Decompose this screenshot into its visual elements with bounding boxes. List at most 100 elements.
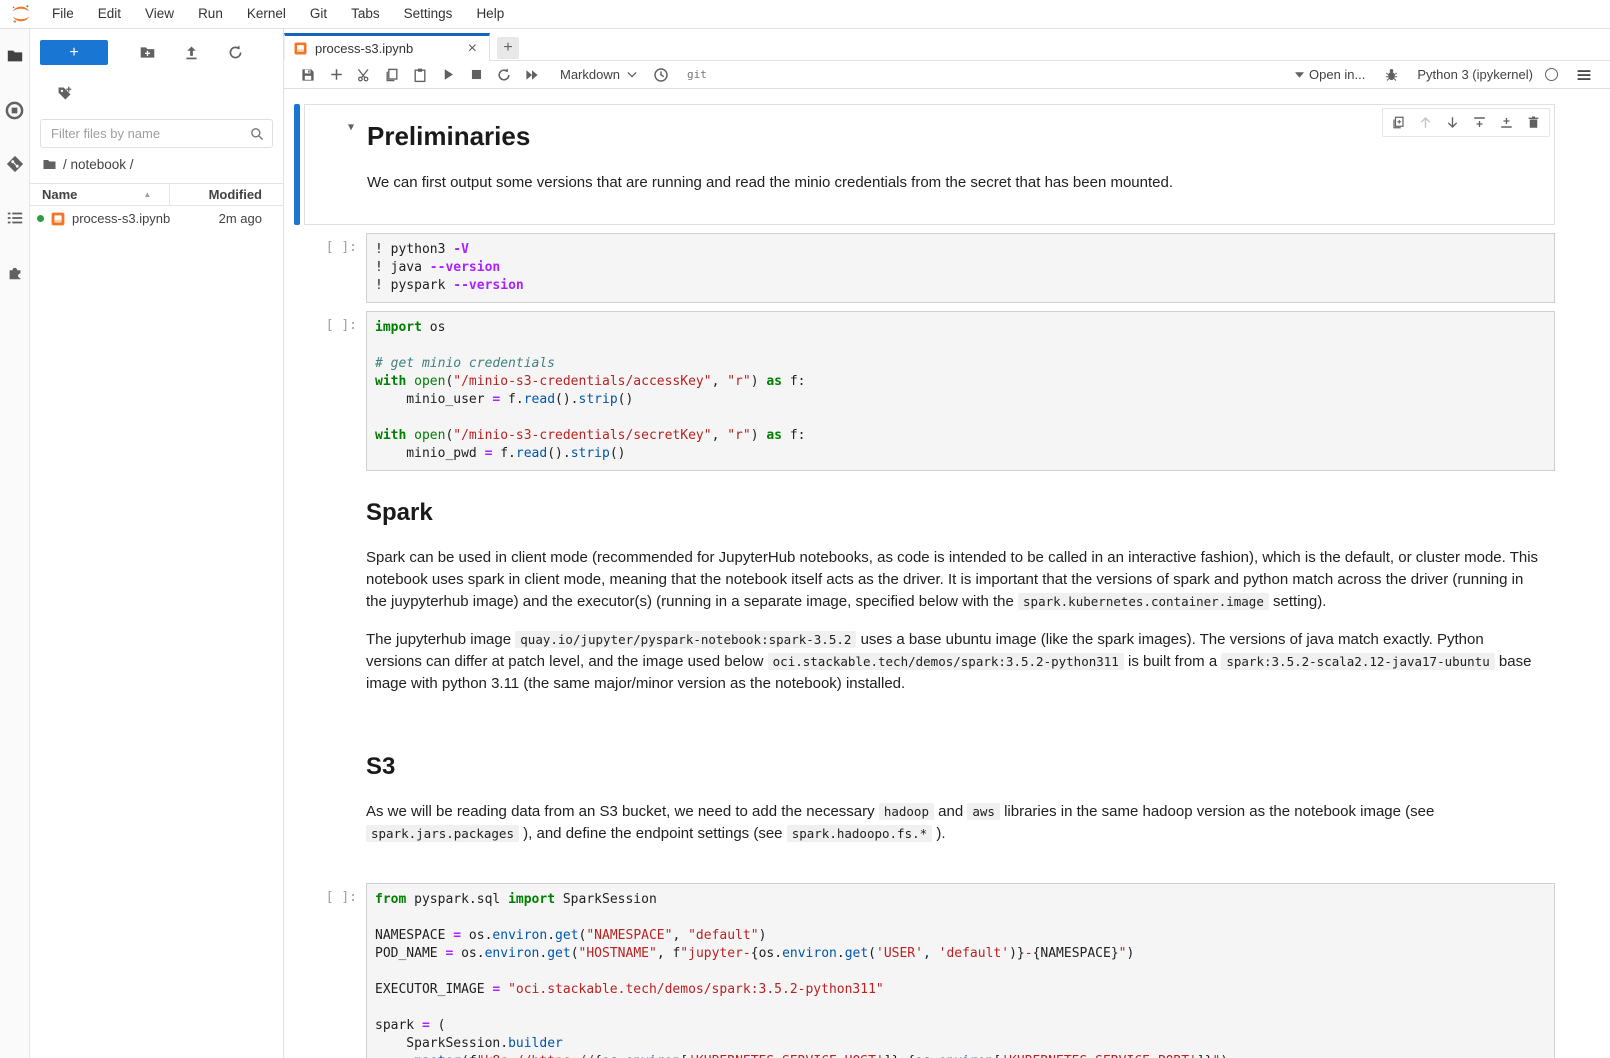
heading-preliminaries: Preliminaries bbox=[367, 121, 1538, 152]
code-cell-minio-credentials[interactable]: [ ]: import os # get minio credentialswi… bbox=[294, 311, 1555, 471]
insert-cell-above-icon[interactable] bbox=[1466, 110, 1493, 135]
git-clone-icon[interactable] bbox=[56, 85, 283, 102]
markdown-paragraph: The jupyterhub image quay.io/jupyter/pys… bbox=[366, 629, 1539, 695]
inline-code: spark.hadoopo.fs.* bbox=[787, 825, 932, 842]
kernel-status-icon[interactable] bbox=[1545, 68, 1558, 81]
code-editor[interactable]: from pyspark.sql import SparkSession NAM… bbox=[366, 883, 1555, 1058]
file-name[interactable]: process-s3.ipynb bbox=[72, 211, 170, 226]
cell-collapser[interactable] bbox=[294, 883, 300, 1058]
cell-collapser[interactable] bbox=[294, 233, 300, 303]
duplicate-cell-icon[interactable] bbox=[1385, 110, 1412, 135]
kernel-name-button[interactable]: Python 3 (ipykernel) bbox=[1417, 67, 1533, 82]
move-cell-down-icon[interactable] bbox=[1439, 110, 1466, 135]
cell-type-dropdown[interactable]: Markdown bbox=[560, 67, 637, 82]
code-line: SparkSession.builder bbox=[375, 1035, 1546, 1053]
open-in-dropdown[interactable]: Open in... bbox=[1295, 67, 1365, 82]
move-cell-up-icon[interactable] bbox=[1412, 110, 1439, 135]
checkpoint-history-icon[interactable] bbox=[647, 63, 675, 87]
new-tab-button[interactable]: + bbox=[497, 37, 519, 59]
column-modified[interactable]: Modified bbox=[209, 187, 283, 202]
code-line bbox=[375, 999, 1546, 1017]
menu-run[interactable]: Run bbox=[186, 0, 235, 28]
git-tab-icon[interactable] bbox=[5, 154, 25, 174]
breadcrumb[interactable]: / notebook / bbox=[42, 157, 273, 172]
folder-icon bbox=[42, 157, 57, 172]
inline-code: hadoop bbox=[879, 803, 934, 820]
search-icon bbox=[249, 126, 265, 142]
code-line: ! pyspark --version bbox=[375, 277, 1546, 295]
inline-code: quay.io/jupyter/pyspark-notebook:spark-3… bbox=[515, 631, 856, 648]
git-toolbar-label: git bbox=[687, 68, 707, 81]
markdown-prompt bbox=[304, 733, 366, 875]
cell-prompt: [ ]: bbox=[304, 311, 366, 471]
menu-file[interactable]: File bbox=[40, 0, 86, 28]
upload-icon[interactable] bbox=[176, 40, 206, 65]
open-in-label: Open in... bbox=[1309, 67, 1365, 82]
menu-help[interactable]: Help bbox=[464, 0, 516, 28]
cut-cells-button[interactable] bbox=[350, 63, 378, 87]
filter-files-input[interactable] bbox=[40, 119, 273, 148]
insert-cell-button[interactable] bbox=[322, 63, 350, 87]
column-name[interactable]: Name bbox=[30, 187, 77, 202]
menu-edit[interactable]: Edit bbox=[86, 0, 133, 28]
cell-prompt: [ ]: bbox=[304, 233, 366, 303]
menu-view[interactable]: View bbox=[133, 0, 186, 28]
chevron-down-icon bbox=[627, 71, 637, 78]
menu-bar: File Edit View Run Kernel Git Tabs Setti… bbox=[0, 0, 1610, 29]
running-kernels-icon[interactable] bbox=[5, 100, 25, 120]
cell-collapser[interactable] bbox=[294, 311, 300, 471]
code-line: EXECUTOR_IMAGE = "oci.stackable.tech/dem… bbox=[375, 981, 1546, 999]
markdown-cell-spark[interactable]: Spark Spark can be used in client mode (… bbox=[294, 479, 1555, 725]
new-launcher-button[interactable]: + bbox=[40, 40, 108, 65]
run-cell-button[interactable] bbox=[434, 63, 462, 87]
code-editor[interactable]: ! python3 -V! java --version! pyspark --… bbox=[366, 233, 1555, 303]
file-browser-tab-icon[interactable] bbox=[5, 46, 25, 66]
insert-cell-below-icon[interactable] bbox=[1493, 110, 1520, 135]
markdown-prompt bbox=[304, 479, 366, 725]
cell-prompt: [ ]: bbox=[304, 883, 366, 1058]
file-browser-panel: + bbox=[30, 29, 283, 1058]
table-of-contents-icon[interactable] bbox=[5, 208, 25, 228]
interrupt-kernel-button[interactable] bbox=[462, 63, 490, 87]
code-cell-spark-session[interactable]: [ ]: from pyspark.sql import SparkSessio… bbox=[294, 883, 1555, 1058]
markdown-cell-s3[interactable]: S3 As we will be reading data from an S3… bbox=[294, 733, 1555, 875]
code-line: # get minio credentials bbox=[375, 355, 1546, 373]
close-tab-icon[interactable]: × bbox=[464, 42, 481, 56]
refresh-icon[interactable] bbox=[220, 40, 250, 65]
menu-settings[interactable]: Settings bbox=[392, 0, 465, 28]
restart-run-all-button[interactable] bbox=[518, 63, 546, 87]
breadcrumb-path[interactable]: / notebook / bbox=[63, 157, 134, 172]
code-line: NAMESPACE = os.environ.get("NAMESPACE", … bbox=[375, 927, 1546, 945]
cell-collapser[interactable] bbox=[294, 479, 300, 725]
tab-process-s3[interactable]: process-s3.ipynb × bbox=[284, 33, 490, 61]
markdown-cell-preliminaries[interactable]: ▼ Preliminaries We can first output some… bbox=[294, 104, 1555, 225]
menu-tabs[interactable]: Tabs bbox=[339, 0, 392, 28]
delete-cell-icon[interactable] bbox=[1520, 110, 1547, 135]
copy-cells-button[interactable] bbox=[378, 63, 406, 87]
file-listing-header: Name ▲ Modified bbox=[30, 183, 283, 206]
code-cell-versions[interactable]: [ ]: ! python3 -V! java --version! pyspa… bbox=[294, 233, 1555, 303]
code-line: ! python3 -V bbox=[375, 241, 1546, 259]
extensions-icon[interactable] bbox=[5, 262, 25, 282]
menu-git[interactable]: Git bbox=[298, 0, 339, 28]
tab-label: process-s3.ipynb bbox=[315, 41, 413, 56]
file-row[interactable]: process-s3.ipynb 2m ago bbox=[30, 206, 283, 231]
new-folder-icon[interactable] bbox=[132, 40, 162, 65]
debugger-bug-icon[interactable] bbox=[1377, 63, 1405, 87]
save-button[interactable] bbox=[294, 63, 322, 87]
code-editor[interactable]: import os # get minio credentialswith op… bbox=[366, 311, 1555, 471]
jupyter-logo-icon bbox=[10, 3, 32, 25]
cell-collapser[interactable] bbox=[294, 104, 300, 225]
code-line bbox=[375, 909, 1546, 927]
heading-s3: S3 bbox=[366, 753, 1539, 781]
cell-collapser[interactable] bbox=[294, 733, 300, 875]
heading-collapse-caret-icon[interactable]: ▼ bbox=[348, 122, 354, 133]
inline-code: spark.jars.packages bbox=[366, 825, 519, 842]
paste-cells-button[interactable] bbox=[406, 63, 434, 87]
toolbar-overflow-menu-icon[interactable] bbox=[1570, 63, 1598, 87]
notebook-content: ▼ Preliminaries We can first output some… bbox=[284, 90, 1610, 1058]
menu-kernel[interactable]: Kernel bbox=[235, 0, 298, 28]
markdown-paragraph: As we will be reading data from an S3 bu… bbox=[366, 801, 1539, 845]
restart-kernel-button[interactable] bbox=[490, 63, 518, 87]
sort-caret-icon: ▲ bbox=[143, 190, 151, 199]
